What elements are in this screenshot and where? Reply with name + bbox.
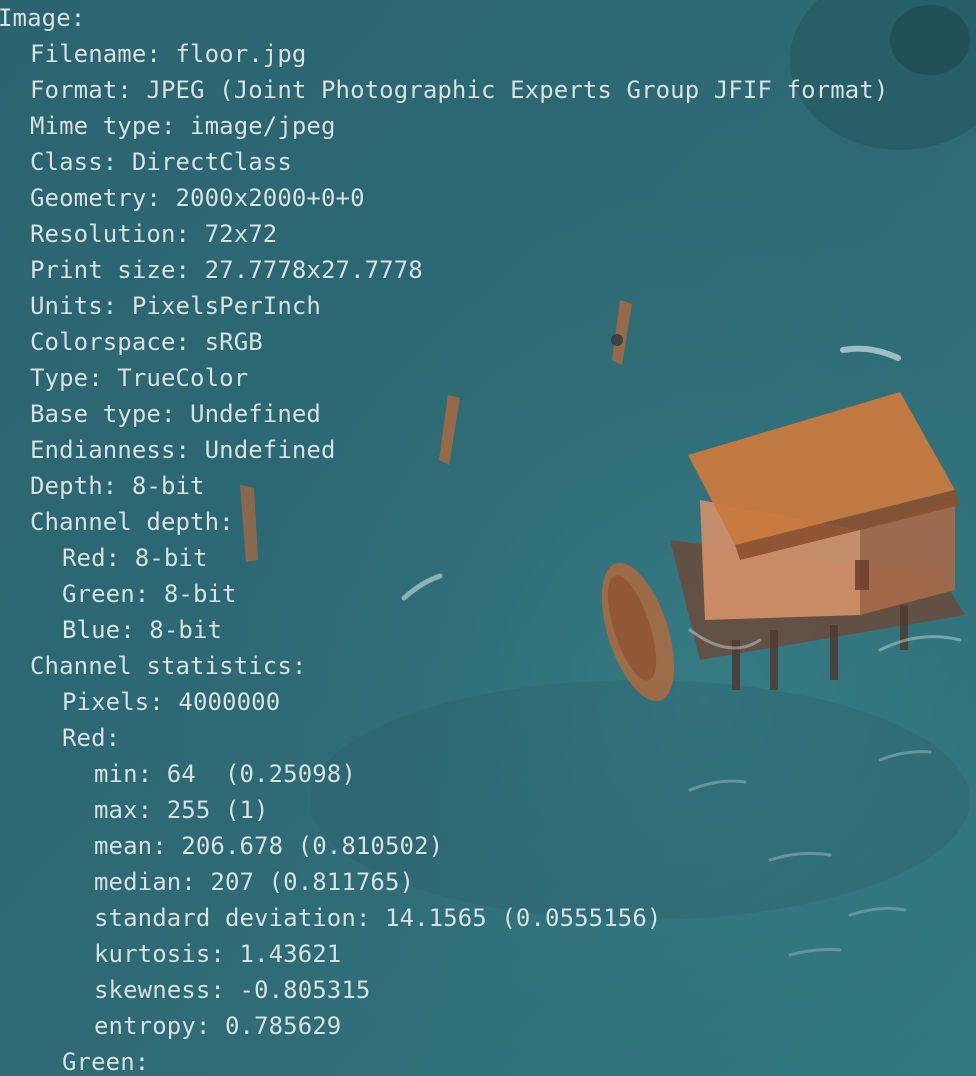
terminal-line: Image: bbox=[0, 4, 86, 32]
terminal-line: Green: 8-bit bbox=[62, 580, 237, 608]
terminal-line: Red: 8-bit bbox=[62, 544, 208, 572]
terminal-line: kurtosis: 1.43621 bbox=[94, 940, 342, 968]
terminal-line: Channel statistics: bbox=[30, 652, 307, 680]
terminal-line: Base type: Undefined bbox=[30, 400, 321, 428]
terminal-line: Class: DirectClass bbox=[30, 148, 292, 176]
terminal-line: Resolution: 72x72 bbox=[30, 220, 278, 248]
terminal-line: mean: 206.678 (0.810502) bbox=[94, 832, 444, 860]
terminal-line: skewness: -0.805315 bbox=[94, 976, 371, 1004]
terminal-line: Blue: 8-bit bbox=[62, 616, 223, 644]
terminal-line: min: 64 (0.25098) bbox=[94, 760, 356, 788]
terminal-line: Red: bbox=[62, 724, 121, 752]
terminal-line: Type: TrueColor bbox=[30, 364, 249, 392]
terminal-line: Colorspace: sRGB bbox=[30, 328, 263, 356]
terminal-line: Format: JPEG (Joint Photographic Experts… bbox=[30, 76, 889, 104]
terminal-line: Depth: 8-bit bbox=[30, 472, 205, 500]
terminal-line: Print size: 27.7778x27.7778 bbox=[30, 256, 423, 284]
terminal-line: Filename: floor.jpg bbox=[30, 40, 307, 68]
terminal-line: max: 255 (1) bbox=[94, 796, 269, 824]
terminal-line: standard deviation: 14.1565 (0.0555156) bbox=[94, 904, 662, 932]
terminal-line: Channel depth: bbox=[30, 508, 234, 536]
terminal-line: Geometry: 2000x2000+0+0 bbox=[30, 184, 365, 212]
terminal-line: entropy: 0.785629 bbox=[94, 1012, 342, 1040]
terminal-line: Units: PixelsPerInch bbox=[30, 292, 321, 320]
terminal-line: Endianness: Undefined bbox=[30, 436, 336, 464]
terminal-line: Green: bbox=[62, 1048, 150, 1076]
terminal-line: median: 207 (0.811765) bbox=[94, 868, 415, 896]
terminal-line: Mime type: image/jpeg bbox=[30, 112, 336, 140]
terminal-line: Pixels: 4000000 bbox=[62, 688, 281, 716]
terminal-output: Image: Filename: floor.jpg Format: JPEG (J… bbox=[0, 0, 976, 1076]
